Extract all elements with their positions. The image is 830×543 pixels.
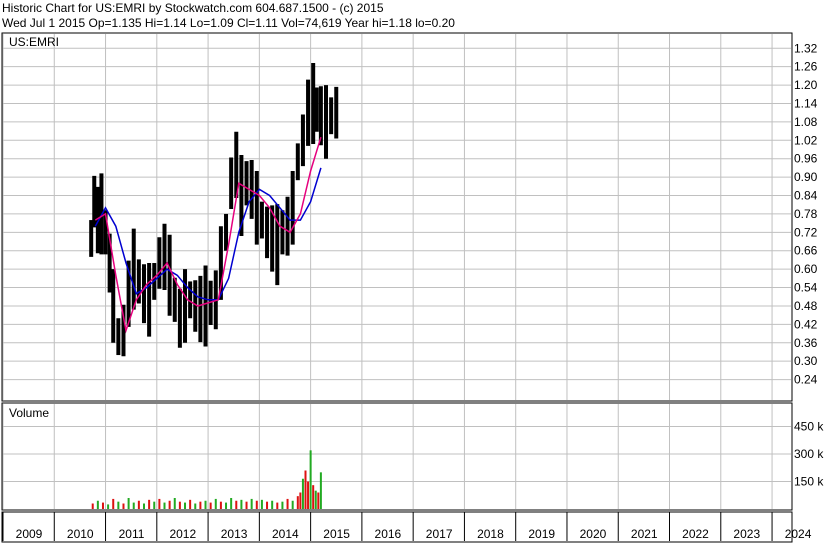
volume-bar xyxy=(199,501,202,509)
volume-bar xyxy=(260,499,263,509)
volume-bar xyxy=(291,500,294,509)
volume-bar xyxy=(235,500,238,509)
year-tick-label: 2022 xyxy=(682,527,709,541)
price-tick-label: 1.08 xyxy=(794,115,818,129)
price-panel xyxy=(1,32,793,402)
volume-bar xyxy=(245,501,248,509)
price-tick-label: 0.36 xyxy=(794,336,818,350)
volume-bar xyxy=(317,492,320,509)
volume-bar xyxy=(117,501,120,509)
volume-bar xyxy=(91,503,94,509)
price-tick-label: 0.54 xyxy=(794,281,818,295)
volume-bar xyxy=(271,500,274,509)
volume-bar xyxy=(204,500,207,509)
price-tick-label: 0.42 xyxy=(794,317,818,331)
volume-tick-label: 450 k xyxy=(794,420,824,434)
volume-bar xyxy=(309,450,312,509)
year-tick-label: 2010 xyxy=(67,527,94,541)
volume-tick-label: 300 k xyxy=(794,447,824,461)
volume-bar xyxy=(148,499,151,509)
price-y-axis: 1.32 1.26 1.20 1.14 1.08 1.02 0.96 0.90 0.84 0.78… xyxy=(794,41,818,386)
price-tick-label: 1.20 xyxy=(794,78,818,92)
price-tick-label: 1.26 xyxy=(794,60,818,74)
volume-bar xyxy=(112,498,115,509)
volume-bar xyxy=(209,502,212,509)
volume-bar xyxy=(163,502,166,509)
price-tick-label: 0.72 xyxy=(794,225,818,239)
year-tick-label: 2013 xyxy=(221,527,248,541)
volume-bar xyxy=(153,501,156,509)
volume-bar xyxy=(214,498,217,509)
price-tick-label: 1.14 xyxy=(794,96,818,110)
volume-bar xyxy=(107,504,110,509)
year-tick-label: 2016 xyxy=(375,527,402,541)
year-tick-label: 2011 xyxy=(119,527,145,541)
historic-chart: US:EMRI 1.32 1.26 1.20 1.14 1.08 1.02 0.96 0.90… xyxy=(1,32,824,543)
volume-y-axis: 450 k 300 k 150 k xyxy=(794,420,824,489)
volume-bar xyxy=(299,492,302,509)
volume-bar xyxy=(158,498,161,509)
volume-bar xyxy=(96,500,99,509)
volume-bar xyxy=(101,502,104,509)
price-tick-label: 0.84 xyxy=(794,189,818,203)
year-tick-label: 2017 xyxy=(426,527,453,541)
price-tick-label: 0.78 xyxy=(794,207,818,221)
volume-bar xyxy=(314,490,317,509)
year-tick-label: 2024 xyxy=(785,527,812,541)
volume-bar xyxy=(184,502,187,509)
year-tick-label: 2009 xyxy=(16,527,43,541)
volume-bar xyxy=(281,501,284,509)
volume-bar xyxy=(255,500,258,509)
year-tick-label: 2012 xyxy=(169,527,196,541)
price-tick-label: 0.24 xyxy=(794,373,818,387)
year-tick-label: 2015 xyxy=(323,527,350,541)
volume-bar xyxy=(194,503,197,509)
volume-bar xyxy=(168,500,171,509)
year-tick-label: 2014 xyxy=(272,527,299,541)
volume-bar xyxy=(319,472,322,509)
volume-bar xyxy=(296,496,299,509)
price-tick-label: 0.60 xyxy=(794,262,818,276)
price-tick-label: 0.66 xyxy=(794,244,818,258)
volume-bar xyxy=(122,503,125,509)
volume-bar xyxy=(178,501,181,509)
volume-bar xyxy=(276,502,279,509)
volume-bar xyxy=(230,498,233,509)
price-panel-label: US:EMRI xyxy=(9,35,59,49)
price-tick-label: 1.02 xyxy=(794,133,818,147)
price-tick-label: 0.48 xyxy=(794,299,818,313)
volume-bar xyxy=(219,501,222,509)
year-tick-label: 2023 xyxy=(733,527,760,541)
volume-bar xyxy=(142,503,145,509)
volume-bar xyxy=(250,498,253,509)
volume-bar xyxy=(173,498,176,509)
year-tick-label: 2021 xyxy=(631,527,658,541)
price-tick-label: 0.30 xyxy=(794,354,818,368)
volume-bar xyxy=(127,498,130,509)
volume-bar xyxy=(301,478,304,509)
volume-bar xyxy=(189,499,192,509)
volume-bar xyxy=(307,481,310,509)
volume-tick-label: 150 k xyxy=(794,475,824,489)
volume-bar xyxy=(304,470,307,509)
volume-bar xyxy=(266,501,269,509)
year-tick-label: 2020 xyxy=(580,527,607,541)
volume-bar xyxy=(137,500,140,509)
price-tick-label: 0.90 xyxy=(794,170,818,184)
volume-bar xyxy=(225,502,228,509)
volume-bar xyxy=(132,502,135,509)
volume-bar xyxy=(312,485,315,509)
volume-panel-label: Volume xyxy=(9,406,49,420)
volume-bar xyxy=(240,499,243,509)
price-tick-label: 0.96 xyxy=(794,152,818,166)
price-tick-label: 1.32 xyxy=(794,41,818,55)
year-tick-label: 2019 xyxy=(528,527,555,541)
volume-bar xyxy=(286,498,289,509)
volume-panel xyxy=(1,402,793,511)
year-tick-label: 2018 xyxy=(477,527,504,541)
